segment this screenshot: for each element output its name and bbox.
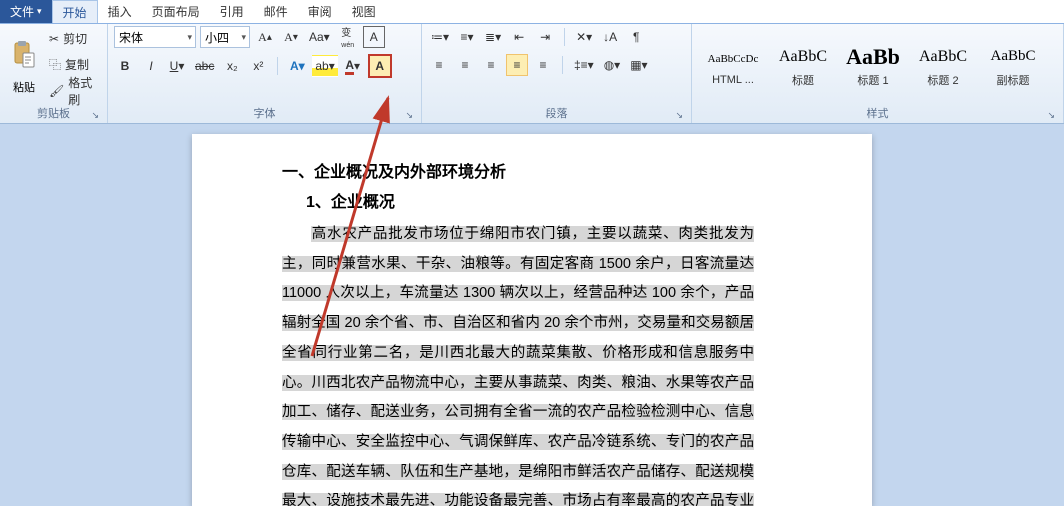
- align-justify-button[interactable]: ≡: [506, 54, 528, 76]
- asian-layout-button[interactable]: ✕▾: [573, 26, 595, 48]
- multilevel-button[interactable]: ≣▾: [482, 26, 504, 48]
- brush-icon: 🖌: [49, 84, 64, 98]
- borders-button[interactable]: ▦▾: [627, 54, 650, 76]
- tab-view[interactable]: 视图: [342, 0, 386, 23]
- doc-body: 高水农产品批发市场位于绵阳市农门镇，主要以蔬菜、肉类批发为主，同时兼营水果、干杂…: [282, 220, 754, 506]
- font-size-combo[interactable]: 小四: [200, 26, 250, 48]
- doc-heading-2: 1、企业概况: [306, 188, 754, 212]
- align-right-button[interactable]: ≡: [480, 54, 502, 76]
- menu-bar: 文件▾ 开始 插入 页面布局 引用 邮件 审阅 视图: [0, 0, 1064, 24]
- styles-gallery[interactable]: AaBbCcDcHTML ...AaBbC标题AaBb标题 1AaBbC标题 2…: [698, 26, 1057, 103]
- copy-button[interactable]: ⿻复制: [46, 54, 92, 76]
- style-item-4[interactable]: AaBbC副标题: [978, 37, 1048, 93]
- highlight-color-button[interactable]: ab▾: [312, 55, 337, 77]
- phonetic-button[interactable]: 变wén: [337, 26, 359, 48]
- tab-file[interactable]: 文件▾: [0, 0, 52, 23]
- inc-indent-button[interactable]: ⇥: [534, 26, 556, 48]
- document-page: 一、企业概况及内外部环境分析 1、企业概况 高水农产品批发市场位于绵阳市农门镇，…: [192, 134, 872, 506]
- tab-ref[interactable]: 引用: [210, 0, 254, 23]
- group-label-font: 字体: [114, 103, 415, 123]
- style-item-2[interactable]: AaBb标题 1: [838, 37, 908, 93]
- font-color-button[interactable]: A▾: [342, 55, 364, 77]
- superscript-button[interactable]: x²: [247, 55, 269, 77]
- char-shading-button[interactable]: A: [368, 54, 392, 78]
- italic-button[interactable]: I: [140, 55, 162, 77]
- show-marks-button[interactable]: ¶: [625, 26, 647, 48]
- strike-button[interactable]: abc: [192, 55, 217, 77]
- underline-button[interactable]: U▾: [166, 55, 188, 77]
- paste-icon: [12, 41, 36, 69]
- group-label-clipboard: 剪贴板: [6, 103, 101, 123]
- doc-heading-1: 一、企业概况及内外部环境分析: [282, 158, 754, 182]
- scissors-icon: ✂: [49, 32, 59, 46]
- workspace: 一、企业概况及内外部环境分析 1、企业概况 高水农产品批发市场位于绵阳市农门镇，…: [0, 124, 1064, 506]
- tab-insert[interactable]: 插入: [98, 0, 142, 23]
- bullets-button[interactable]: ≔▾: [428, 26, 452, 48]
- style-item-1[interactable]: AaBbC标题: [768, 37, 838, 93]
- style-item-3[interactable]: AaBbC标题 2: [908, 37, 978, 93]
- numbering-button[interactable]: ≡▾: [456, 26, 478, 48]
- align-center-button[interactable]: ≡: [454, 54, 476, 76]
- subscript-button[interactable]: x₂: [221, 55, 243, 77]
- tab-home[interactable]: 开始: [52, 0, 98, 23]
- text-effects-button[interactable]: A▾: [286, 55, 308, 77]
- format-brush-button[interactable]: 🖌格式刷: [46, 80, 101, 102]
- grow-font-button[interactable]: A▴: [254, 26, 276, 48]
- ribbon: 粘贴 ✂剪切 ⿻复制 🖌格式刷 剪贴板 宋体 小四 A▴ A▾ Aa▾ 变wén…: [0, 24, 1064, 124]
- paste-button[interactable]: [6, 35, 42, 75]
- sort-button[interactable]: ↓A: [599, 26, 621, 48]
- paste-label: 粘贴: [13, 79, 35, 95]
- shading-button[interactable]: ◍▾: [601, 54, 624, 76]
- bold-button[interactable]: B: [114, 55, 136, 77]
- tab-review[interactable]: 审阅: [298, 0, 342, 23]
- tab-mail[interactable]: 邮件: [254, 0, 298, 23]
- tab-layout[interactable]: 页面布局: [142, 0, 210, 23]
- cut-button[interactable]: ✂剪切: [46, 28, 90, 50]
- align-left-button[interactable]: ≡: [428, 54, 450, 76]
- font-family-combo[interactable]: 宋体: [114, 26, 196, 48]
- copy-icon: ⿻: [49, 56, 61, 73]
- char-border-button[interactable]: A: [363, 26, 385, 48]
- align-distribute-button[interactable]: ≡: [532, 54, 554, 76]
- change-case-button[interactable]: Aa▾: [306, 26, 333, 48]
- dec-indent-button[interactable]: ⇤: [508, 26, 530, 48]
- group-label-paragraph: 段落: [428, 103, 685, 123]
- group-label-styles: 样式: [698, 103, 1057, 123]
- style-item-0[interactable]: AaBbCcDcHTML ...: [698, 37, 768, 93]
- line-spacing-button[interactable]: ‡≡▾: [571, 54, 597, 76]
- shrink-font-button[interactable]: A▾: [280, 26, 302, 48]
